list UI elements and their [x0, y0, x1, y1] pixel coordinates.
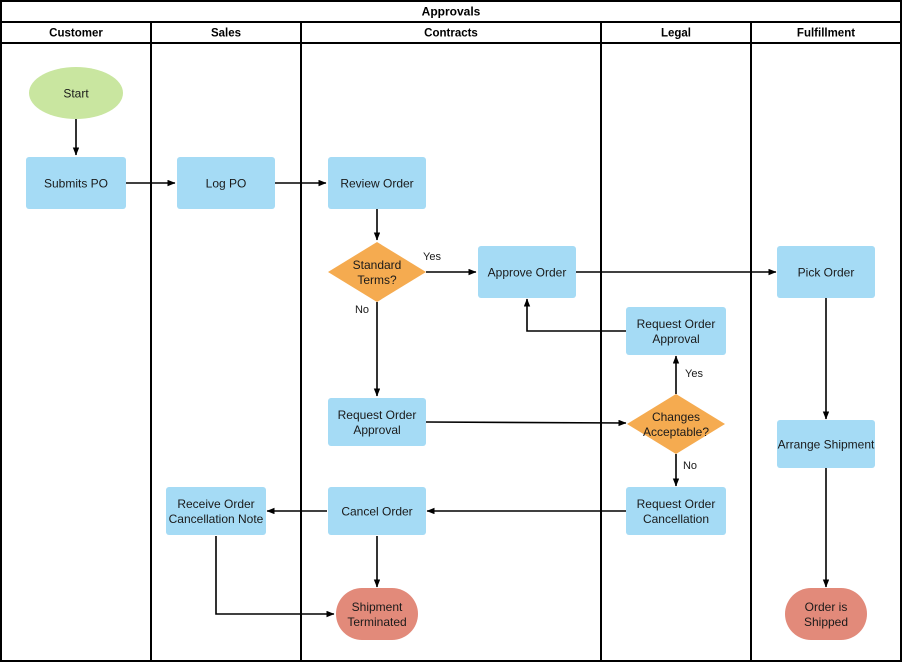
node-label-standard-terms: Standard Terms? [353, 258, 402, 287]
edge-e-request-changes [425, 419, 627, 427]
nodes-layer: Start Submits PO Log PO Review Order Standar… [26, 67, 875, 640]
pool-border [0, 0, 902, 662]
node-shape-decision [627, 394, 725, 454]
node-log-po[interactable]: Log PO [177, 157, 275, 209]
node-shape-terminator [785, 588, 867, 640]
node-shipment-terminated[interactable]: Shipment Terminated [336, 588, 418, 640]
node-label-cancel-order: Cancel Order [341, 505, 412, 519]
edge-label-e-standard-approve: Yes [423, 251, 441, 263]
node-shape-decision [328, 242, 426, 302]
node-changes-acceptable[interactable]: Changes Acceptable? [627, 394, 725, 454]
node-order-shipped[interactable]: Order is Shipped [785, 588, 867, 640]
node-receive-note[interactable]: Receive Order Cancellation Note [166, 487, 266, 535]
node-cancel-order[interactable]: Cancel Order [328, 487, 426, 535]
node-label-order-shipped: Order is Shipped [804, 600, 848, 629]
node-shape-process [626, 487, 726, 535]
node-submits-po[interactable]: Submits PO [26, 157, 126, 209]
pool-frame [0, 0, 902, 662]
node-req-cancellation[interactable]: Request Order Cancellation [626, 487, 726, 535]
edge-label-e-standard-request: No [355, 304, 369, 316]
edge-e-receive-terminated [215, 536, 335, 618]
node-label-arrange-shipment: Arrange Shipment [778, 438, 875, 452]
pool-title: Approvals [422, 5, 481, 19]
node-shape-process [626, 307, 726, 355]
node-shape-terminator [336, 588, 418, 640]
node-shape-process [166, 487, 266, 535]
node-req-approval-legal[interactable]: Request Order Approval [626, 307, 726, 355]
node-label-log-po: Log PO [206, 177, 247, 191]
node-req-approval-contracts[interactable]: Request Order Approval [328, 398, 426, 446]
lane-header-contracts: Contracts [424, 28, 478, 40]
node-label-submits-po: Submits PO [44, 177, 108, 191]
node-shape-process [328, 398, 426, 446]
lane-header-legal: Legal [661, 28, 691, 40]
edge-label-e-changes-legalapprove: Yes [685, 368, 703, 380]
lane-header-customer: Customer [49, 28, 103, 40]
node-label-receive-note: Receive Order Cancellation Note [169, 497, 264, 526]
node-start[interactable]: Start [29, 67, 123, 119]
lane-headers: Customer Sales Contracts Legal Fulfillment [49, 28, 855, 40]
edge-e-legalapprove-approve [523, 298, 626, 332]
node-label-start: Start [63, 87, 89, 101]
node-arrange-shipment[interactable]: Arrange Shipment [777, 420, 875, 468]
node-label-changes-acceptable: Changes Acceptable? [643, 410, 709, 439]
lane-header-sales: Sales [211, 28, 241, 40]
node-label-review-order: Review Order [340, 177, 413, 191]
edge-label-e-changes-cancelreq: No [683, 460, 697, 472]
pool-title-label: Approvals [422, 5, 481, 19]
node-approve-order[interactable]: Approve Order [478, 246, 576, 298]
node-label-approve-order: Approve Order [488, 266, 567, 280]
node-standard-terms[interactable]: Standard Terms? [328, 242, 426, 302]
node-label-req-cancellation: Request Order Cancellation [637, 497, 716, 526]
swimlane-diagram: Approvals Customer Sales Contracts Legal Ful… [0, 0, 902, 662]
node-label-pick-order: Pick Order [798, 266, 855, 280]
lane-header-fulfillment: Fulfillment [797, 28, 855, 40]
node-pick-order[interactable]: Pick Order [777, 246, 875, 298]
flowchart-canvas: Approvals Customer Sales Contracts Legal Ful… [0, 0, 902, 662]
node-review-order[interactable]: Review Order [328, 157, 426, 209]
node-label-shipment-terminated: Shipment Terminated [347, 600, 406, 629]
